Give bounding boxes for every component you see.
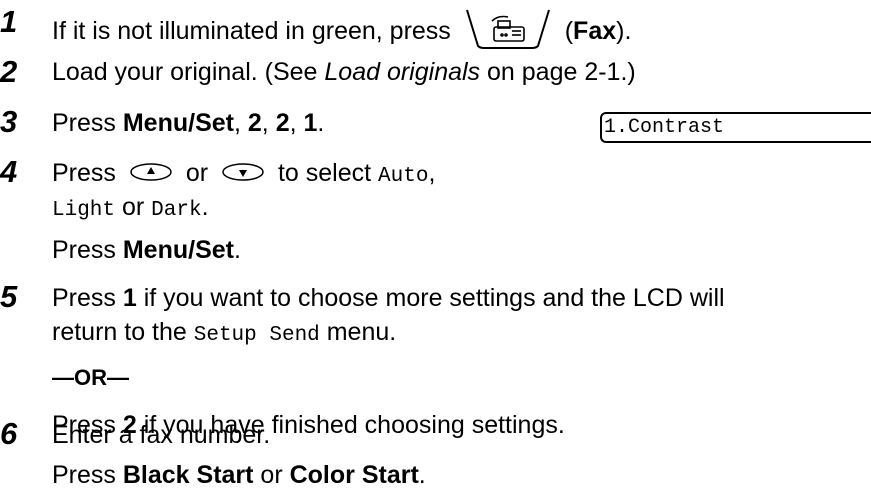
option-light: Light [52, 199, 116, 222]
step-number: 6 [0, 416, 18, 451]
step-text: , [289, 109, 304, 137]
step-4-line-2: Light or Dark. [52, 192, 209, 226]
step-text: . [418, 461, 426, 489]
step-text: or [253, 461, 290, 489]
step-number: 2 [0, 54, 18, 89]
step-text: , [261, 109, 276, 137]
step-text: to select [277, 159, 379, 187]
key-label: 2 [247, 109, 262, 137]
black-start-key-label: Black Start [122, 461, 254, 489]
step-6-line-1: Enter a fax number. [52, 420, 270, 450]
step-5-line-2: return to the Setup Send menu. [52, 317, 396, 351]
step-text: or [115, 193, 152, 221]
lcd-display: 1.Contrast [600, 112, 871, 143]
step-text: Press [52, 236, 123, 264]
step-text: Press [52, 159, 123, 187]
step-2-line: Load your original. (See Load originals … [52, 57, 636, 87]
step-number: 3 [0, 104, 18, 139]
step-text: on page 2-1.) [480, 58, 636, 86]
color-start-key-label: Color Start [289, 461, 419, 489]
key-label: 2 [275, 109, 290, 137]
step-3-line: Press Menu/Set, 2, 2, 1. [52, 108, 324, 138]
step-text: or [185, 159, 215, 187]
or-separator: —OR— [52, 365, 129, 390]
setup-send-menu-name: Setup Send [193, 324, 320, 347]
step-text: ( [564, 17, 574, 46]
option-dark: Dark [151, 199, 202, 222]
step-text: . [201, 193, 209, 221]
reference-link-text: Load originals [324, 58, 481, 86]
step-text: . [233, 236, 241, 264]
step-text: , [233, 109, 248, 137]
menu-set-key-label: Menu/Set [122, 109, 234, 137]
step-text: . [317, 109, 325, 137]
key-label: 1 [122, 284, 137, 312]
step-4-line-3: Press Menu/Set. [52, 235, 241, 265]
step-text: menu. [319, 318, 397, 346]
step-1-line: If it is not illuminated in green, press [52, 8, 631, 57]
step-text: Load your original. (See [52, 58, 325, 86]
option-auto: Auto [378, 165, 429, 188]
instruction-page: 1 If it is not illuminated in green, pre… [0, 0, 871, 492]
step-text: Press [52, 109, 123, 137]
step-6-line-2: Press Black Start or Color Start. [52, 460, 426, 490]
step-text: If it is not illuminated in green, press [52, 17, 451, 46]
fax-key-label: Fax [573, 17, 617, 46]
step-text: Enter a fax number. [52, 421, 271, 449]
step-text: ). [616, 17, 632, 46]
step-text: Press [52, 461, 123, 489]
step-number: 4 [0, 154, 18, 189]
step-number: 5 [0, 279, 18, 314]
down-arrow-key-icon [221, 159, 265, 189]
step-4-line-1: Press or to select Auto, [52, 158, 435, 192]
step-number: 1 [0, 4, 18, 39]
step-text: Press [52, 284, 123, 312]
menu-set-key-label: Menu/Set [122, 236, 234, 264]
key-label: 1 [303, 109, 318, 137]
fax-machine-icon [464, 8, 552, 57]
step-text: if you want to choose more settings and … [136, 284, 725, 312]
step-text: , [428, 159, 436, 187]
step-5-line-1: Press 1 if you want to choose more setti… [52, 283, 725, 313]
up-arrow-key-icon [129, 159, 173, 189]
step-text: return to the [52, 318, 194, 346]
